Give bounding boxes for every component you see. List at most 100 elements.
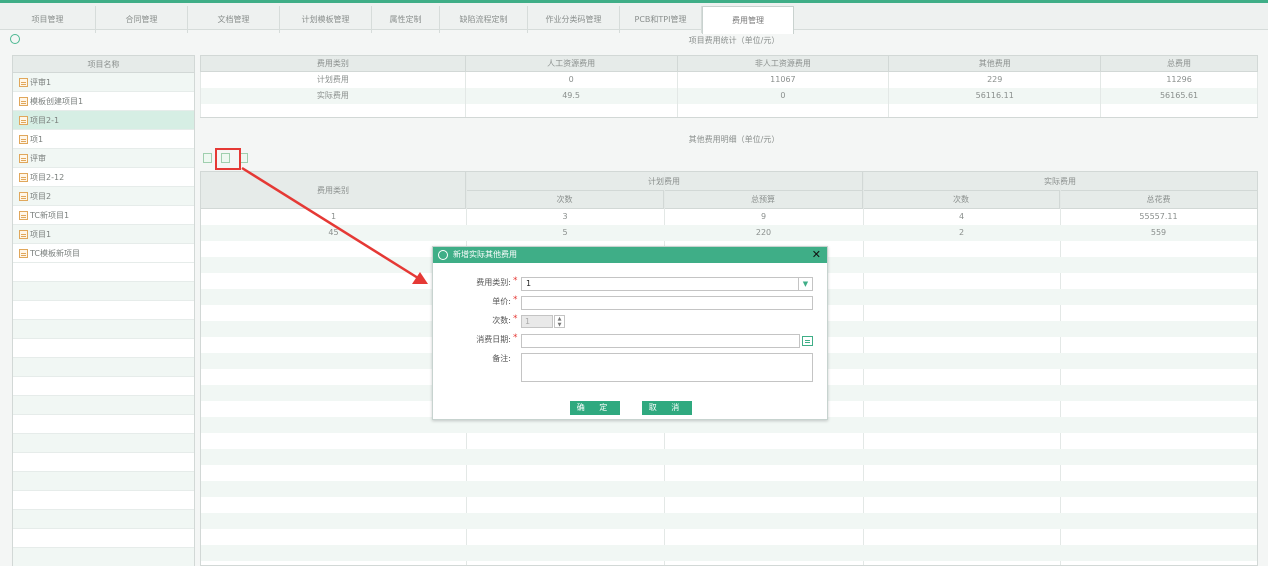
project-list-item[interactable]: TC模板新项目 bbox=[13, 244, 194, 263]
stats-cell: 0 bbox=[464, 71, 678, 88]
stats-cell: 56116.11 bbox=[888, 87, 1102, 104]
document-icon bbox=[19, 115, 28, 125]
detail-cell: 3 bbox=[562, 212, 568, 221]
empty-row bbox=[201, 529, 1257, 545]
chevron-down-icon[interactable]: ▼ bbox=[798, 278, 812, 290]
category-select-value: 1 bbox=[526, 279, 532, 288]
project-list-item[interactable]: TC新项目1 bbox=[13, 206, 194, 225]
empty-row bbox=[13, 263, 194, 282]
add-icon[interactable] bbox=[202, 152, 214, 164]
detail-header-category: 费用类别 bbox=[201, 172, 466, 209]
date-input[interactable] bbox=[521, 334, 800, 348]
empty-row bbox=[13, 320, 194, 339]
tab-document-management[interactable]: 文档管理 bbox=[188, 6, 280, 33]
document-icon bbox=[19, 153, 28, 163]
price-label: 单价: bbox=[492, 297, 511, 306]
required-mark: * bbox=[513, 314, 518, 324]
project-list-item[interactable]: 项目1 bbox=[13, 225, 194, 244]
project-name-label: 项1 bbox=[30, 134, 44, 144]
document-icon bbox=[19, 134, 28, 144]
table-row[interactable]: 1 3 9 4 55557.11 bbox=[201, 209, 1257, 225]
stepper-down-icon[interactable]: ▼ bbox=[555, 322, 564, 328]
project-list-item[interactable]: 项1 bbox=[13, 130, 194, 149]
add-actual-other-cost-dialog: 新增实际其他费用 ✕ 费用类别: * 1 ▼ 单价: * 次数: * 1 ▲ ▼… bbox=[432, 246, 828, 420]
detail-cell: 559 bbox=[1150, 228, 1167, 237]
stats-cell: 0 bbox=[676, 87, 890, 104]
count-stepper[interactable]: 1 bbox=[521, 315, 553, 328]
detail-cell: 55557.11 bbox=[1139, 212, 1178, 221]
count-label: 次数: bbox=[492, 316, 511, 325]
tab-pcb-tpi-management[interactable]: PCB和TPI管理 bbox=[620, 6, 702, 33]
tab-plan-template-management[interactable]: 计划模板管理 bbox=[280, 6, 372, 33]
project-list-panel: 项目名称 评审1 模板创建项目1 项目2-1 项1 评审项目2-12 项目2 TC新项目1 项… bbox=[12, 55, 195, 566]
tab-defect-flow-custom[interactable]: 缺陷流程定制 bbox=[440, 6, 528, 33]
document-icon bbox=[19, 210, 28, 220]
required-mark: * bbox=[513, 276, 518, 286]
detail-title: 其他费用明细（单位/元） bbox=[688, 135, 780, 144]
document-icon bbox=[19, 96, 28, 106]
close-icon[interactable]: ✕ bbox=[812, 247, 821, 263]
document-icon bbox=[19, 172, 28, 182]
cancel-button[interactable]: 取 消 bbox=[642, 401, 692, 415]
project-list-item[interactable]: 评审 bbox=[13, 149, 194, 168]
refresh-icon[interactable] bbox=[10, 34, 20, 44]
table-row[interactable]: 实际费用 49.5 0 56116.11 56165.61 bbox=[200, 87, 1258, 104]
stats-header: 其他费用 bbox=[888, 55, 1102, 72]
detail-subheader: 次数 bbox=[863, 191, 1060, 209]
empty-row bbox=[201, 513, 1257, 529]
dialog-header: 新增实际其他费用 ✕ bbox=[433, 247, 827, 263]
project-list-item[interactable]: 项目2-1 bbox=[13, 111, 194, 130]
table-row[interactable]: 计划费用 0 11067 229 11296 bbox=[200, 71, 1258, 88]
highlight-box bbox=[215, 148, 241, 170]
stats-header: 费用类别 bbox=[200, 55, 466, 72]
date-label: 消费日期: bbox=[476, 335, 511, 344]
empty-row bbox=[13, 453, 194, 472]
project-list-item[interactable]: 项目2 bbox=[13, 187, 194, 206]
empty-row bbox=[13, 358, 194, 377]
empty-row bbox=[201, 545, 1257, 561]
stats-cell: 11067 bbox=[676, 71, 890, 88]
project-name-label: TC模板新项目 bbox=[30, 248, 81, 258]
empty-row bbox=[13, 339, 194, 358]
empty-row bbox=[201, 481, 1257, 497]
tab-contract-management[interactable]: 合同管理 bbox=[96, 6, 188, 33]
tab-project-management[interactable]: 项目管理 bbox=[0, 6, 96, 33]
project-list-item[interactable]: 评审1 bbox=[13, 73, 194, 92]
stats-header: 人工资源费用 bbox=[464, 55, 678, 72]
top-nav-bar: 项目管理 合同管理 文档管理 计划模板管理 属性定制 缺陷流程定制 作业分类码管… bbox=[0, 0, 1268, 34]
project-list-item[interactable]: 项目2-12 bbox=[13, 168, 194, 187]
count-stepper-buttons[interactable]: ▲ ▼ bbox=[554, 315, 565, 328]
detail-cell: 45 bbox=[328, 228, 339, 237]
detail-subheader: 次数 bbox=[466, 191, 664, 209]
detail-cell: 2 bbox=[958, 228, 965, 237]
stats-cell: 49.5 bbox=[464, 87, 678, 104]
table-row[interactable]: 45 5 220 2 559 bbox=[201, 225, 1257, 241]
table-row-empty bbox=[200, 103, 1258, 118]
project-name-label: 评审1 bbox=[30, 77, 52, 87]
project-name-label: 项目2 bbox=[30, 191, 52, 201]
app-logo-icon bbox=[438, 250, 448, 260]
stats-cell: 229 bbox=[888, 71, 1102, 88]
category-select[interactable]: 1 ▼ bbox=[521, 277, 813, 291]
empty-row bbox=[201, 465, 1257, 481]
document-icon bbox=[19, 248, 28, 258]
tab-attribute-custom[interactable]: 属性定制 bbox=[372, 6, 440, 33]
project-name-label: TC新项目1 bbox=[30, 210, 70, 220]
project-name-label: 评审 bbox=[30, 153, 46, 163]
project-name-label: 项目2-12 bbox=[30, 172, 65, 182]
stats-title: 项目费用统计（单位/元） bbox=[688, 36, 780, 45]
category-label: 费用类别: bbox=[476, 278, 511, 287]
stats-header: 非人工资源费用 bbox=[676, 55, 890, 72]
price-input[interactable] bbox=[521, 296, 813, 310]
project-name-label: 模板创建项目1 bbox=[30, 96, 84, 106]
project-list-header: 项目名称 bbox=[13, 56, 194, 73]
note-textarea[interactable] bbox=[521, 353, 813, 382]
stats-cell: 实际费用 bbox=[200, 87, 466, 104]
confirm-button[interactable]: 确 定 bbox=[570, 401, 620, 415]
project-list-item[interactable]: 模板创建项目1 bbox=[13, 92, 194, 111]
calendar-icon[interactable] bbox=[802, 336, 813, 346]
tab-job-category-code[interactable]: 作业分类码管理 bbox=[528, 6, 620, 33]
detail-cell: 5 bbox=[562, 228, 568, 237]
document-icon bbox=[19, 77, 28, 87]
tab-cost-management[interactable]: 费用管理 bbox=[702, 6, 794, 34]
